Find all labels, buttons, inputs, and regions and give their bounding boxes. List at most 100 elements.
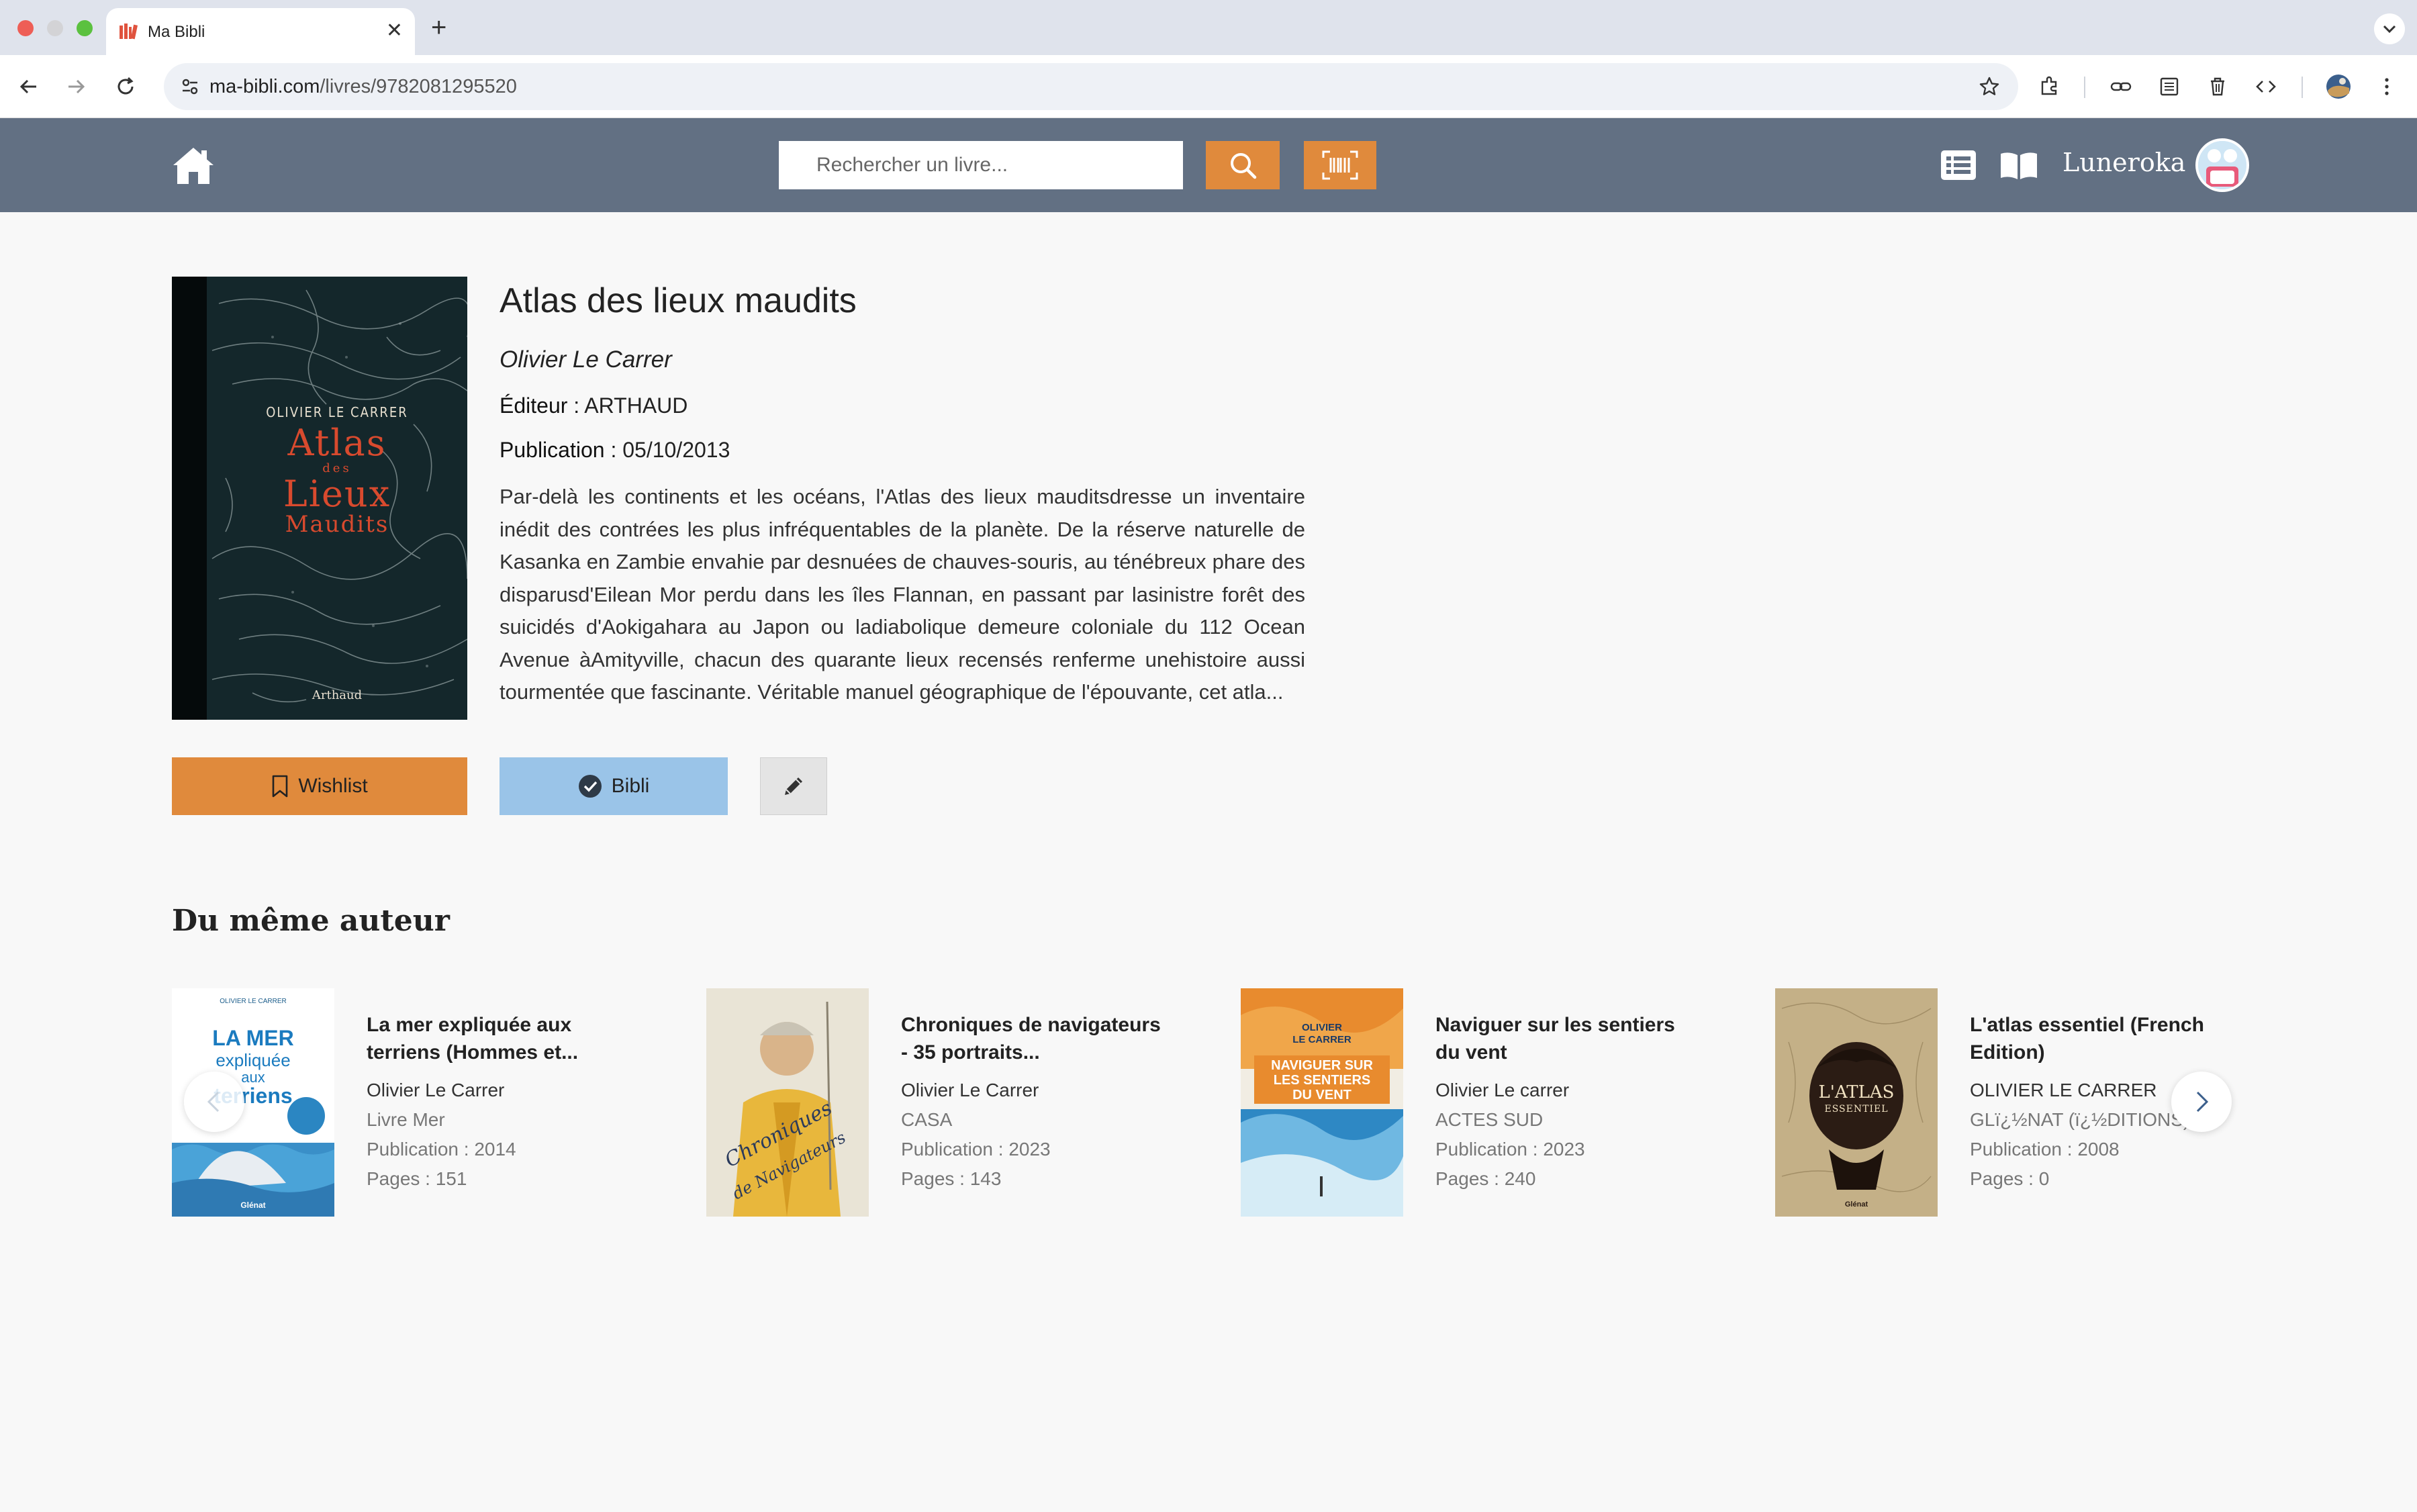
related-book-publication: Publication : 2023 — [1435, 1139, 1585, 1160]
related-book-cover[interactable]: OLIVIER LE CARRER NAVIGUER SUR LES SENTI… — [1241, 988, 1403, 1217]
card1-cover-publisher: Glénat — [240, 1200, 266, 1210]
wishlist-label: Wishlist — [298, 775, 368, 797]
book-author: Olivier Le Carrer — [500, 346, 672, 373]
list-view-icon[interactable] — [1939, 148, 1978, 183]
arrow-right-icon — [68, 79, 85, 94]
related-book-author: Olivier Le carrer — [1435, 1080, 1570, 1100]
check-circle-icon — [578, 775, 602, 798]
tab-search-button[interactable] — [2374, 13, 2405, 44]
trash-icon[interactable] — [2201, 70, 2234, 103]
tab-title: Ma Bibli — [148, 23, 205, 41]
related-book-pages: Pages : 143 — [901, 1168, 1002, 1189]
url-text: ma-bibli.com/livres/9782081295520 — [209, 76, 517, 98]
related-book-title[interactable]: La mer expliquée aux terriens (Hommes et… — [367, 1011, 635, 1066]
publication-value: 05/10/2013 — [622, 438, 730, 462]
card1-cover-author: OLIVIER LE CARRER — [220, 998, 287, 1005]
url-path: /livres/9782081295520 — [320, 76, 517, 97]
browser-tab-strip: Ma Bibli ✕ + — [0, 0, 2417, 55]
card1-cover-title1: LA MER — [212, 1026, 294, 1050]
related-book-card[interactable]: Chroniques de Navigateurs Chroniques de … — [706, 988, 1190, 1217]
ornate-map-illustration-icon — [1775, 988, 1938, 1217]
browser-tab[interactable]: Ma Bibli ✕ — [106, 8, 415, 55]
card3-cover-title1: NAVIGUER SUR — [1271, 1058, 1373, 1073]
related-book-card[interactable]: OLIVIER LE CARRER LA MER expliquée aux t… — [172, 988, 655, 1217]
edit-button[interactable] — [760, 757, 827, 815]
close-window-button[interactable] — [17, 20, 34, 36]
card3-cover-title3: DU VENT — [1292, 1088, 1352, 1102]
search-input[interactable] — [779, 141, 1183, 189]
card3-cover-title2: LES SENTIERS — [1273, 1073, 1371, 1088]
editor-label: Éditeur : — [500, 393, 580, 418]
card3-cover-author1: OLIVIER — [1301, 1022, 1342, 1033]
cover-author: OLIVIER LE CARRER — [266, 404, 408, 420]
book-editor: Éditeur : ARTHAUD — [500, 393, 688, 418]
cover-spine — [172, 277, 207, 720]
related-book-publisher: GLï¿½NAT (ï¿½DITIONS) — [1970, 1109, 2190, 1130]
barcode-scan-button[interactable] — [1304, 141, 1376, 189]
profile-avatar-icon[interactable] — [2322, 70, 2355, 103]
maximize-window-button[interactable] — [77, 20, 93, 36]
cover-title: Atlas des Lieux Maudits — [207, 424, 467, 537]
pencil-icon — [785, 777, 802, 795]
card4-cover-title2: ESSENTIEL — [1824, 1104, 1889, 1115]
browser-menu-icon[interactable] — [2370, 70, 2404, 103]
related-book-publisher: CASA — [901, 1109, 953, 1130]
barcode-scan-icon — [1322, 150, 1358, 180]
bibli-button[interactable]: Bibli — [500, 757, 728, 815]
related-book-pages: Pages : 151 — [367, 1168, 467, 1189]
chevron-right-icon — [2196, 1091, 2209, 1113]
related-book-title[interactable]: Naviguer sur les sentiers du vent — [1435, 1011, 1704, 1066]
carousel-next-button[interactable] — [2171, 1072, 2232, 1132]
related-book-pages: Pages : 240 — [1435, 1168, 1536, 1189]
bookmark-star-icon[interactable] — [1973, 70, 2006, 103]
reload-button[interactable] — [109, 70, 142, 103]
related-book-author: OLIVIER LE CARRER — [1970, 1080, 2157, 1100]
chevron-left-icon — [207, 1091, 220, 1113]
related-book-author: Olivier Le Carrer — [901, 1080, 1039, 1100]
cover-title-line4: Maudits — [285, 511, 389, 538]
bookshelf-favicon-icon — [120, 23, 138, 40]
bookmark-icon — [273, 775, 288, 798]
toolbar-separator — [2302, 77, 2303, 98]
extensions-icon[interactable] — [2033, 70, 2067, 103]
forward-button[interactable] — [59, 70, 93, 103]
code-icon[interactable] — [2249, 70, 2283, 103]
site-settings-icon[interactable] — [173, 70, 207, 103]
new-tab-button[interactable]: + — [431, 11, 446, 44]
link-icon[interactable] — [2104, 70, 2138, 103]
search-button[interactable] — [1206, 141, 1280, 189]
cover-title-line3: Lieux — [283, 472, 391, 515]
minimize-window-button[interactable] — [47, 20, 63, 36]
related-book-publication: Publication : 2023 — [901, 1139, 1051, 1160]
reload-icon — [117, 77, 134, 95]
back-button[interactable] — [12, 70, 46, 103]
open-book-icon[interactable] — [1999, 148, 2038, 183]
address-bar[interactable]: ma-bibli.com/livres/9782081295520 — [164, 63, 2018, 110]
cover-title-line1: Atlas — [287, 422, 387, 464]
card3-cover-author2: LE CARRER — [1292, 1034, 1352, 1045]
related-book-card[interactable]: OLIVIER LE CARRER NAVIGUER SUR LES SENTI… — [1241, 988, 1724, 1217]
reader-mode-icon[interactable] — [2152, 70, 2186, 103]
book-publication: Publication : 05/10/2013 — [500, 438, 730, 463]
related-book-author: Olivier Le Carrer — [367, 1080, 505, 1100]
card1-cover-title2: expliquée — [216, 1050, 291, 1070]
bibli-label: Bibli — [611, 775, 650, 797]
app-header: Luneroka — [0, 118, 2417, 212]
related-book-title[interactable]: L'atlas essentiel (French Edition) — [1970, 1011, 2238, 1066]
related-book-title[interactable]: Chroniques de navigateurs - 35 portraits… — [901, 1011, 1170, 1066]
home-icon[interactable] — [172, 145, 215, 187]
related-book-publisher: ACTES SUD — [1435, 1109, 1544, 1130]
carousel-prev-button[interactable] — [184, 1072, 244, 1132]
book-cover-image: OLIVIER LE CARRER Atlas des Lieux Maudit… — [172, 277, 467, 720]
username[interactable]: Luneroka — [2063, 148, 2185, 177]
tab-close-icon[interactable]: ✕ — [386, 17, 403, 44]
wishlist-button[interactable]: Wishlist — [172, 757, 467, 815]
related-book-cover[interactable]: L'ATLAS ESSENTIEL Glénat — [1775, 988, 1938, 1217]
toolbar-separator — [2084, 77, 2085, 98]
related-book-publication: Publication : 2014 — [367, 1139, 516, 1160]
related-book-cover[interactable]: Chroniques de Navigateurs — [706, 988, 869, 1217]
user-avatar[interactable] — [2195, 138, 2249, 192]
search-icon — [1231, 153, 1257, 179]
chevron-down-icon — [2383, 25, 2396, 34]
book-title: Atlas des lieux maudits — [500, 281, 857, 320]
